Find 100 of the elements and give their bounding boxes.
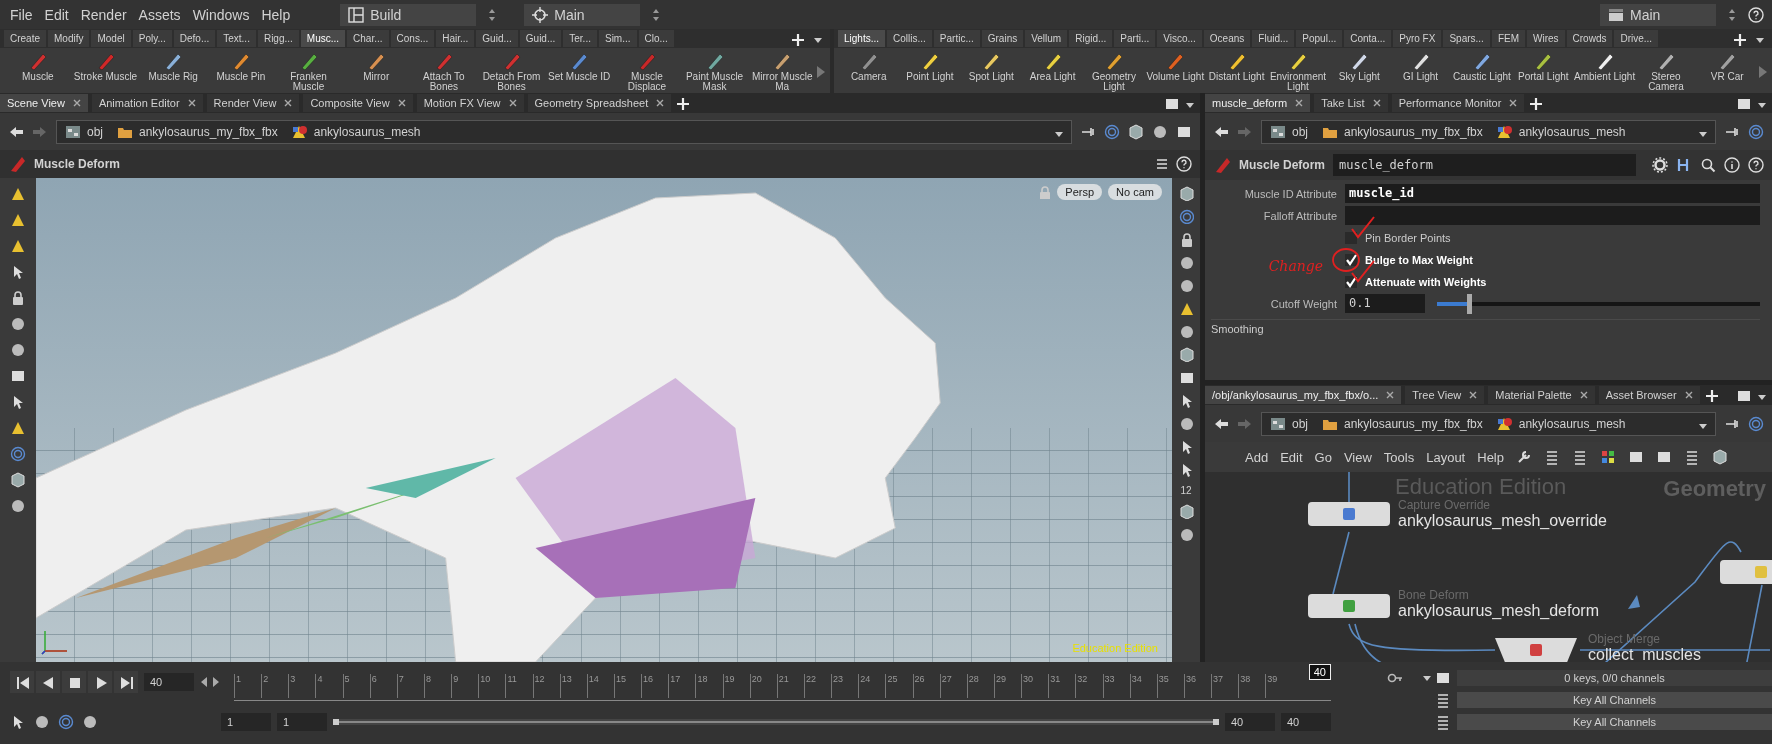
reverse-play-icon[interactable]: [41, 675, 55, 689]
cube-icon[interactable]: [10, 472, 26, 488]
close-icon[interactable]: [1386, 391, 1395, 399]
shelf-tool[interactable]: Muscle: [4, 50, 72, 82]
shelf-tab[interactable]: Popul...: [1296, 30, 1343, 47]
triangle-icon[interactable]: [10, 186, 26, 202]
menu-item[interactable]: Help: [1477, 449, 1504, 465]
gear-icon[interactable]: [1652, 157, 1668, 173]
shelf-tab[interactable]: Visco...: [1157, 30, 1202, 47]
shelf-tool[interactable]: Spot Light: [960, 50, 1022, 82]
shelf-tool[interactable]: Sky Light: [1328, 50, 1390, 82]
target-icon[interactable]: [1748, 123, 1764, 140]
menu-item[interactable]: Edit: [42, 6, 71, 23]
close-icon[interactable]: [1579, 391, 1588, 399]
shelf-tab[interactable]: Fluid...: [1252, 30, 1295, 47]
shelf-tab[interactable]: Drive...: [1614, 30, 1659, 47]
shelf-tool[interactable]: Set Muscle ID: [545, 50, 614, 82]
shelf-tab[interactable]: Hair...: [436, 30, 475, 47]
circle-icon[interactable]: [1152, 123, 1168, 140]
circle-icon[interactable]: [1178, 278, 1194, 293]
lock-icon[interactable]: [10, 290, 26, 306]
close-icon[interactable]: [397, 99, 406, 107]
shelf-tool[interactable]: Muscle Displace: [613, 50, 681, 92]
checkbox[interactable]: [1345, 253, 1357, 266]
pane-tab[interactable]: Motion FX View: [416, 94, 524, 112]
circle-icon[interactable]: [10, 498, 26, 514]
target-icon[interactable]: [1748, 415, 1764, 432]
close-icon[interactable]: [508, 99, 517, 107]
menu-item[interactable]: View: [1343, 449, 1372, 465]
cube-icon[interactable]: [1178, 347, 1194, 362]
node[interactable]: [1308, 594, 1390, 618]
pane-tab[interactable]: Tree View: [1405, 386, 1485, 404]
target-icon[interactable]: [58, 714, 74, 730]
shelf-tool[interactable]: Distant Light: [1205, 50, 1268, 82]
pane-tab[interactable]: /obj/ankylosaurus_my_fbx_fbx/o...: [1205, 386, 1402, 404]
scroll-arrow-icon[interactable]: [816, 64, 827, 79]
shelf-tab[interactable]: Clo...: [638, 30, 674, 47]
square-icon[interactable]: [1178, 370, 1194, 385]
shelf-tab[interactable]: Char...: [347, 30, 389, 47]
circle-icon[interactable]: [10, 316, 26, 332]
menu-item[interactable]: Layout: [1426, 449, 1466, 465]
circle-icon[interactable]: [1178, 324, 1194, 339]
close-icon[interactable]: [1469, 391, 1478, 399]
slider-handle[interactable]: [1467, 293, 1473, 314]
pane-tab[interactable]: Asset Browser: [1598, 386, 1700, 404]
path-crumb[interactable]: ankylosaurus_my_fbx_fbx: [1322, 415, 1483, 432]
shelf-tab[interactable]: Collis...: [887, 30, 932, 47]
circle-icon[interactable]: [1178, 527, 1194, 542]
timeline-ruler[interactable]: 1 2 3 4 5 6 7 8 9 10 11 12 13 14 15 16 17 18 19 20 21 22 23 24 25 26 27 28 29 30 31 32 33 34 35 36 37 38 39 40: [234, 663, 1331, 701]
list-icon[interactable]: [1435, 714, 1451, 730]
square-icon[interactable]: [10, 368, 26, 384]
cube-icon[interactable]: [1178, 504, 1194, 519]
path-field[interactable]: obj ankylosaurus_my_fbx_fbx ankylosaurus_mesh: [1261, 411, 1716, 436]
stop-icon[interactable]: [67, 675, 81, 689]
shelf-tool[interactable]: Camera: [838, 50, 900, 82]
path-crumb[interactable]: ankylosaurus_mesh: [291, 123, 421, 140]
shelf-tool[interactable]: Stereo Camera: [1635, 50, 1697, 92]
info-icon[interactable]: [1724, 157, 1740, 173]
shelf-tab[interactable]: Guid...: [476, 30, 518, 47]
rewind-icon[interactable]: [15, 675, 29, 689]
triangle-icon[interactable]: [10, 420, 26, 436]
plus-icon[interactable]: [675, 96, 690, 110]
menu-item[interactable]: Go: [1314, 449, 1332, 465]
key-channels-button[interactable]: Key All Channels: [1457, 714, 1772, 730]
menu-item[interactable]: Add: [1245, 449, 1269, 465]
end-icon[interactable]: [119, 675, 133, 689]
shelf-tool[interactable]: GI Light: [1389, 50, 1452, 82]
range-field[interactable]: 40: [1281, 713, 1331, 731]
target-icon[interactable]: [1178, 209, 1194, 224]
shelf-tool[interactable]: Mirror Muscle Ma: [748, 50, 817, 92]
square-icon[interactable]: [1435, 670, 1451, 686]
shelf-tab[interactable]: Cons...: [390, 30, 435, 47]
pane-tab[interactable]: Take List: [1314, 94, 1388, 112]
menu-item[interactable]: Assets: [136, 6, 183, 23]
merge-node[interactable]: [1495, 638, 1577, 662]
shelf-tool[interactable]: Muscle Pin: [207, 50, 275, 82]
list-icon[interactable]: [1572, 449, 1588, 465]
range-field[interactable]: 40: [1225, 713, 1275, 731]
grid-icon[interactable]: [1600, 449, 1616, 465]
close-icon[interactable]: [1295, 99, 1304, 107]
shelf-tab[interactable]: Modify: [48, 30, 90, 47]
shelf-tab[interactable]: Vellum: [1025, 30, 1068, 47]
shelf-tool[interactable]: Ambient Light: [1573, 50, 1636, 82]
range-field[interactable]: 1: [221, 713, 271, 731]
shelf-tab[interactable]: Guid...: [519, 30, 562, 47]
plus-icon[interactable]: [1732, 31, 1746, 46]
list-icon[interactable]: [1154, 157, 1168, 171]
menu-item[interactable]: Help: [259, 6, 293, 23]
shelf-tab[interactable]: Pyro FX: [1393, 30, 1442, 47]
shelf-tab[interactable]: FEM: [1491, 30, 1525, 47]
scroll-arrow-icon[interactable]: [1757, 64, 1768, 79]
list-icon[interactable]: [1544, 449, 1560, 465]
camera-menu-button[interactable]: No cam: [1108, 184, 1162, 200]
shelf-tool[interactable]: Mirror: [342, 50, 411, 82]
key-channels-button[interactable]: Key All Channels: [1457, 692, 1772, 708]
pane-tab[interactable]: Performance Monitor: [1391, 94, 1525, 112]
shelf-tool[interactable]: Volume Light: [1144, 50, 1206, 82]
context-dropdown[interactable]: Main: [524, 3, 641, 26]
shelf-tab[interactable]: Grains: [981, 30, 1024, 47]
list-icon[interactable]: [1435, 692, 1451, 708]
